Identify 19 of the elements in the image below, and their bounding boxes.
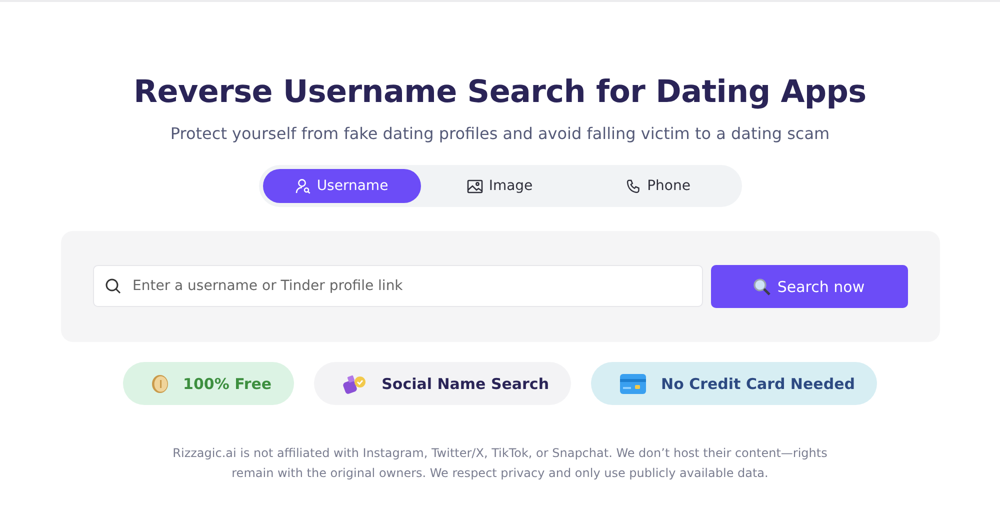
feature-badge: Social Name Search [314, 362, 572, 405]
image-icon [466, 178, 483, 194]
phone-icon [626, 178, 642, 194]
search-field[interactable]: Enter a username or Tinder profile link [92, 265, 702, 307]
search-icon [104, 278, 120, 294]
coin-icon [151, 374, 170, 394]
disclaimer-text: Rizzagic.ai is not affiliated with Instagram, Twitter/X, TikTok, or Snapchat. We don’t host their content—rights remain with the original owners. We respect privacy and only use publicly available data. [172, 445, 828, 482]
subtitle: Protect yourself from fake dating profiles and avoid falling victim to a dating scam [170, 124, 830, 143]
credit-card-icon [619, 372, 648, 394]
search-type-tab[interactable]: Username [262, 169, 420, 203]
search-type-tab[interactable]: Phone [579, 169, 738, 203]
feature-badge: No Credit Card Needed [591, 362, 877, 405]
perfume-bottle-icon [342, 372, 368, 394]
feature-badge: 100% Free [123, 362, 294, 405]
page-title: Reverse Username Search for Dating Apps [134, 74, 866, 110]
magnifier-icon [753, 278, 772, 296]
user-icon [294, 178, 311, 194]
search-button[interactable]: Search now [710, 265, 908, 308]
search-type-tab[interactable]: Image [420, 169, 579, 203]
